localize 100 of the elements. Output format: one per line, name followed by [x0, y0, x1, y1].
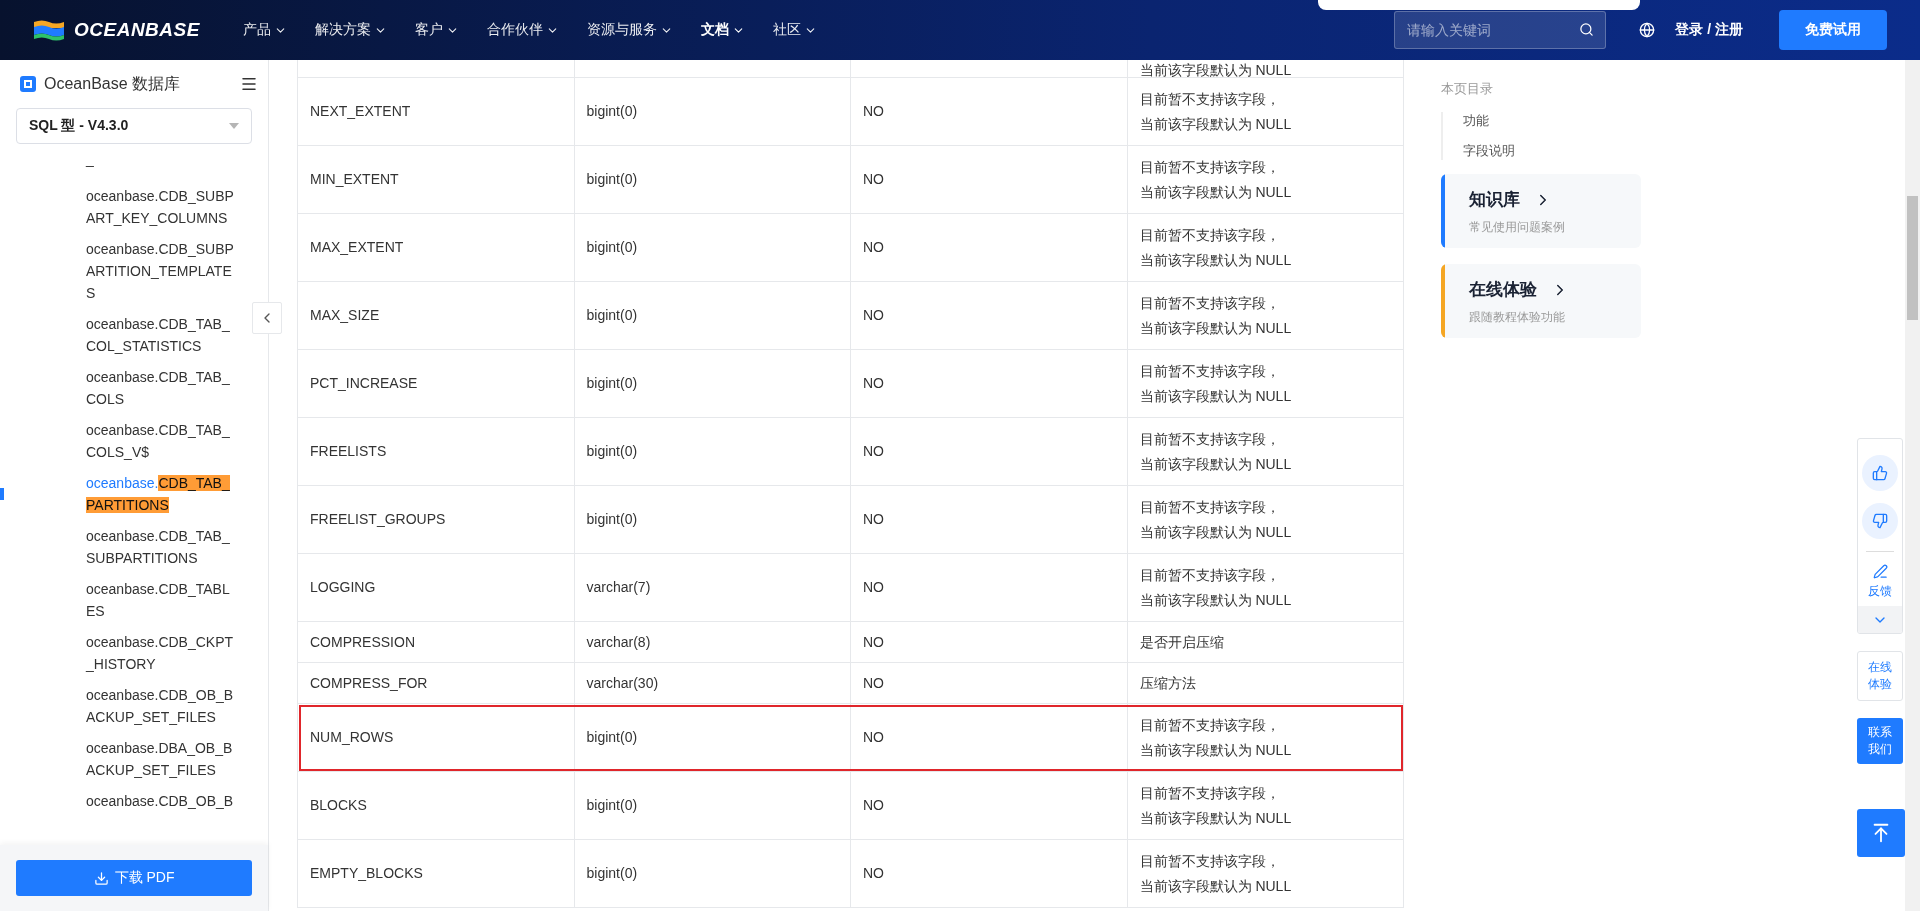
- table-cell: NO: [850, 662, 1127, 704]
- back-to-top-button[interactable]: [1857, 809, 1905, 857]
- table-cell: varchar(30): [574, 662, 851, 704]
- table-cell: bigint(0): [574, 281, 851, 350]
- table-cell: NO: [850, 77, 1127, 146]
- card-subtitle: 常见使用问题案例: [1469, 219, 1565, 236]
- table-cell: 目前暂不支持该字段，当前该字段默认为 NULL: [1127, 213, 1404, 282]
- collapse-sidebar-button[interactable]: [252, 302, 282, 334]
- sidebar-item[interactable]: oceanbase.CDB_TAB_COLS: [86, 366, 236, 410]
- online-trial-button[interactable]: 在线体验: [1857, 651, 1903, 701]
- table-cell: 目前暂不支持该字段，当前该字段默认为 NULL: [1127, 553, 1404, 622]
- table-cell: NO: [850, 281, 1127, 350]
- toc-link[interactable]: 功能: [1463, 112, 1905, 130]
- download-icon: [93, 870, 109, 886]
- table-cell: FREELISTS: [297, 417, 574, 486]
- sidebar-item[interactable]: oceanbase.CDB_OB_BACKUP_SET_FILES: [86, 684, 236, 728]
- table-cell: bigint(0): [574, 349, 851, 418]
- nav-item[interactable]: 资源与服务: [587, 21, 673, 39]
- table-cell: BLOCKS: [297, 771, 574, 840]
- sidebar-item[interactable]: _: [86, 148, 236, 176]
- table-cell: bigint(0): [574, 485, 851, 554]
- table-cell: 当前该字段默认为 NULL: [1127, 60, 1404, 78]
- table-cell: NO: [850, 417, 1127, 486]
- table-cell: bigint(0): [574, 703, 851, 772]
- search-icon[interactable]: [1579, 22, 1595, 37]
- toc-link[interactable]: 字段说明: [1463, 142, 1905, 160]
- table-cell: NO: [850, 621, 1127, 663]
- table-cell: MAX_EXTENT: [297, 213, 574, 282]
- nav-item[interactable]: 合作伙伴: [487, 21, 559, 39]
- sidebar-item[interactable]: oceanbase.CDB_SUBPARTITION_TEMPLATES: [86, 238, 236, 304]
- nav-item[interactable]: 产品: [243, 21, 287, 39]
- table-cell: varchar(8): [574, 621, 851, 663]
- sidebar-item[interactable]: oceanbase.CDB_TAB_COLS_V$: [86, 419, 236, 463]
- table-cell: 压缩方法: [1127, 662, 1404, 704]
- logo-icon: [32, 19, 66, 41]
- table-cell: 目前暂不支持该字段，当前该字段默认为 NULL: [1127, 281, 1404, 350]
- nav-item[interactable]: 文档: [701, 21, 745, 39]
- download-pdf-button[interactable]: 下载 PDF: [16, 860, 252, 896]
- table-cell: NO: [850, 703, 1127, 772]
- table-cell: NO: [850, 553, 1127, 622]
- version-select[interactable]: SQL 型 - V4.3.0: [16, 108, 252, 144]
- thumbs-up-icon: [1872, 465, 1888, 481]
- scrollbar-thumb[interactable]: [1907, 196, 1918, 320]
- sidebar-title: OceanBase 数据库: [44, 73, 182, 94]
- table-cell: 目前暂不支持该字段，当前该字段默认为 NULL: [1127, 485, 1404, 554]
- table-cell: bigint(0): [574, 417, 851, 486]
- pen-icon: [1872, 564, 1888, 579]
- table-cell: NO: [850, 839, 1127, 908]
- table-cell: 目前暂不支持该字段，当前该字段默认为 NULL: [1127, 703, 1404, 772]
- contact-button[interactable]: 联系我们: [1857, 718, 1903, 764]
- sidebar-item[interactable]: oceanbase.CDB_OB_B: [86, 790, 236, 818]
- table-cell: NO: [850, 485, 1127, 554]
- sidebar-item[interactable]: oceanbase.CDB_TAB_COL_STATISTICS: [86, 313, 236, 357]
- table-cell: MAX_SIZE: [297, 281, 574, 350]
- nav-item[interactable]: 社区: [773, 21, 817, 39]
- table-cell: 目前暂不支持该字段，当前该字段默认为 NULL: [1127, 771, 1404, 840]
- table-cell: varchar(7): [574, 553, 851, 622]
- table-cell: 目前暂不支持该字段，当前该字段默认为 NULL: [1127, 145, 1404, 214]
- table-cell: bigint(0): [574, 77, 851, 146]
- like-button[interactable]: [1862, 455, 1898, 491]
- card-title: 知识库: [1469, 189, 1520, 211]
- table-cell: NUM_ROWS: [297, 703, 574, 772]
- table-cell: NO: [850, 145, 1127, 214]
- table-cell: bigint(0): [574, 145, 851, 214]
- free-trial-button[interactable]: 免费试用: [1779, 10, 1887, 50]
- table-cell: NO: [850, 349, 1127, 418]
- table-cell: bigint(0): [574, 839, 851, 908]
- table-cell: EMPTY_BLOCKS: [297, 839, 574, 908]
- sidebar-item[interactable]: oceanbase.DBA_OB_BACKUP_SET_FILES: [86, 737, 236, 781]
- table-cell: 是否开启压缩: [1127, 621, 1404, 663]
- thumbs-down-icon: [1872, 513, 1888, 529]
- table-cell: 目前暂不支持该字段，当前该字段默认为 NULL: [1127, 77, 1404, 146]
- table-cell: COMPRESS_FOR: [297, 662, 574, 704]
- table-cell: NO: [850, 213, 1127, 282]
- menu-icon[interactable]: [240, 75, 258, 93]
- globe-icon[interactable]: [1639, 22, 1656, 38]
- table-cell: 目前暂不支持该字段，当前该字段默认为 NULL: [1127, 839, 1404, 908]
- sidebar-item[interactable]: oceanbase.CDB_CKPT_HISTORY: [86, 631, 236, 675]
- nav-item[interactable]: 客户: [415, 21, 459, 39]
- promo-card[interactable]: 在线体验 跟随教程体验功能: [1441, 264, 1641, 338]
- table-cell: COMPRESSION: [297, 621, 574, 663]
- table-cell: NEXT_EXTENT: [297, 77, 574, 146]
- table-cell: bigint(0): [574, 213, 851, 282]
- table-cell: 目前暂不支持该字段，当前该字段默认为 NULL: [1127, 349, 1404, 418]
- sidebar-item[interactable]: oceanbase.CDB_SUBPART_KEY_COLUMNS: [86, 185, 236, 229]
- promo-card[interactable]: 知识库 常见使用问题案例: [1441, 174, 1641, 248]
- caret-icon: [229, 123, 239, 129]
- table-cell: LOGGING: [297, 553, 574, 622]
- dislike-button[interactable]: [1862, 503, 1898, 539]
- card-title: 在线体验: [1469, 279, 1537, 301]
- table-cell: PCT_INCREASE: [297, 349, 574, 418]
- database-logo-icon: [20, 76, 36, 92]
- logo-wordmark[interactable]: OCEANBASE: [74, 19, 200, 41]
- nav-item[interactable]: 解决方案: [315, 21, 387, 39]
- table-cell: 目前暂不支持该字段，当前该字段默认为 NULL: [1127, 417, 1404, 486]
- sidebar-item[interactable]: oceanbase.CDB_TAB_SUBPARTITIONS: [86, 525, 236, 569]
- login-link[interactable]: 登录 / 注册: [1675, 21, 1743, 39]
- table-cell: NO: [850, 771, 1127, 840]
- table-cell: bigint(0): [574, 771, 851, 840]
- sidebar-item[interactable]: oceanbase.CDB_TABLES: [86, 578, 236, 622]
